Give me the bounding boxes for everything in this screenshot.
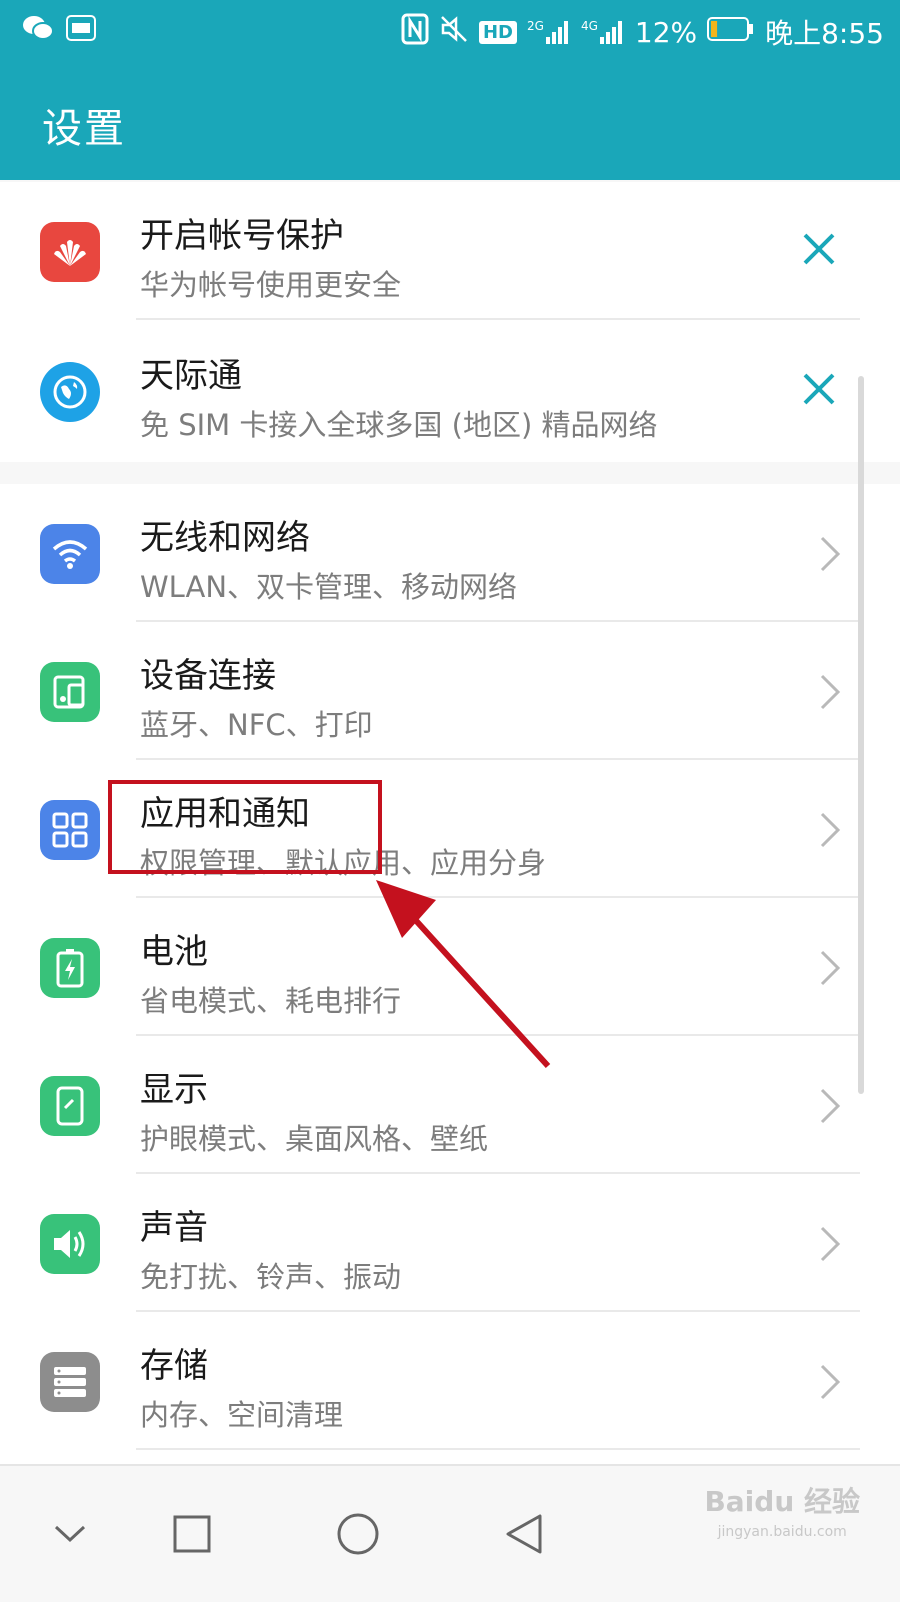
item-subtitle: 免打扰、铃声、振动 <box>140 1260 402 1294</box>
settings-list: 无线和网络 WLAN、双卡管理、移动网络 设备连接 蓝牙、NFC、打印 应用和通… <box>0 484 900 1500</box>
list-item-skytone[interactable]: 天际通 免 SIM 卡接入全球多国 (地区) 精品网络 <box>0 322 900 460</box>
battery-level-fill <box>711 20 718 37</box>
status-icons: HD 2G 4G 12% 晚上8:55 <box>401 12 884 52</box>
square-icon <box>173 1515 211 1553</box>
chevron-right-icon <box>820 1226 841 1262</box>
app-header: 设置 <box>0 62 900 180</box>
item-label: 显示 <box>140 1070 208 1110</box>
device-connection-icon <box>40 662 100 722</box>
highlight-box <box>108 780 382 874</box>
item-label: 存储 <box>140 1346 208 1386</box>
divider <box>136 318 860 320</box>
list-item-display[interactable]: 显示 护眼模式、桌面风格、壁纸 <box>0 1036 900 1174</box>
list-item-device-connection[interactable]: 设备连接 蓝牙、NFC、打印 <box>0 622 900 760</box>
network-2g-label: 2G <box>527 19 544 33</box>
list-item-battery[interactable]: 电池 省电模式、耗电排行 <box>0 898 900 1036</box>
item-label: 电池 <box>140 932 208 972</box>
notification-icons <box>22 14 96 46</box>
item-label: 声音 <box>140 1208 208 1248</box>
hd-badge: HD <box>478 20 517 44</box>
chevron-right-icon <box>820 674 841 710</box>
list-item-storage[interactable]: 存储 内存、空间清理 <box>0 1312 900 1450</box>
chevron-right-icon <box>820 950 841 986</box>
item-subtitle: WLAN、双卡管理、移动网络 <box>140 570 518 604</box>
signal-4g-icon: 4G <box>581 19 625 45</box>
signal-2g-icon: 2G <box>527 19 571 45</box>
scrollbar[interactable] <box>858 376 864 1094</box>
speaker-icon <box>40 1214 100 1274</box>
divider <box>136 1448 860 1450</box>
circle-icon <box>337 1513 379 1555</box>
iqiyi-icon <box>66 15 96 45</box>
nfc-icon <box>401 13 429 52</box>
back-button[interactable] <box>484 1494 564 1574</box>
item-label: 无线和网络 <box>140 518 310 558</box>
mute-icon <box>439 14 469 51</box>
chevron-right-icon <box>820 812 841 848</box>
watermark: Baidu 经验 jingyan.baidu.com <box>704 1480 860 1540</box>
item-label: 开启帐号保护 <box>140 216 344 256</box>
chevron-right-icon <box>820 536 841 572</box>
close-icon[interactable] <box>802 232 836 266</box>
display-icon <box>40 1076 100 1136</box>
notification-pull-button[interactable] <box>30 1494 110 1574</box>
watermark-url: jingyan.baidu.com <box>717 1524 847 1540</box>
chevron-right-icon <box>820 1364 841 1400</box>
wifi-icon <box>40 524 100 584</box>
item-label: 设备连接 <box>140 656 276 696</box>
battery-icon <box>40 938 100 998</box>
chevron-right-icon <box>820 1088 841 1124</box>
list-item-wireless-network[interactable]: 无线和网络 WLAN、双卡管理、移动网络 <box>0 484 900 622</box>
apps-grid-icon <box>40 800 100 860</box>
list-item-account-protection[interactable]: 开启帐号保护 华为帐号使用更安全 <box>0 182 900 320</box>
wechat-icon <box>22 14 54 46</box>
chevron-down-icon <box>54 1525 86 1543</box>
item-subtitle: 蓝牙、NFC、打印 <box>140 708 373 742</box>
clock: 晚上8:55 <box>765 17 884 50</box>
promo-card: 开启帐号保护 华为帐号使用更安全 天际通 免 SIM 卡接入全球多国 (地区) … <box>0 182 900 462</box>
home-button[interactable] <box>318 1494 398 1574</box>
item-subtitle: 华为帐号使用更安全 <box>140 268 402 302</box>
huawei-logo-icon <box>40 222 100 282</box>
item-subtitle: 护眼模式、桌面风格、壁纸 <box>140 1122 489 1156</box>
recents-button[interactable] <box>152 1494 232 1574</box>
item-subtitle: 内存、空间清理 <box>140 1398 344 1432</box>
battery-percent: 12% <box>634 15 698 49</box>
status-bar: HD 2G 4G 12% 晚上8:55 <box>0 0 900 62</box>
item-subtitle: 免 SIM 卡接入全球多国 (地区) 精品网络 <box>140 408 658 442</box>
watermark-brand: Baidu 经验 <box>704 1485 860 1518</box>
globe-icon <box>40 362 100 422</box>
triangle-back-icon <box>506 1514 542 1554</box>
battery-icon <box>707 16 755 49</box>
close-icon[interactable] <box>802 372 836 406</box>
item-label: 天际通 <box>140 356 242 396</box>
network-4g-label: 4G <box>580 19 598 33</box>
list-item-sound[interactable]: 声音 免打扰、铃声、振动 <box>0 1174 900 1312</box>
page-title: 设置 <box>42 106 126 152</box>
item-subtitle: 省电模式、耗电排行 <box>140 984 402 1018</box>
storage-icon <box>40 1352 100 1412</box>
